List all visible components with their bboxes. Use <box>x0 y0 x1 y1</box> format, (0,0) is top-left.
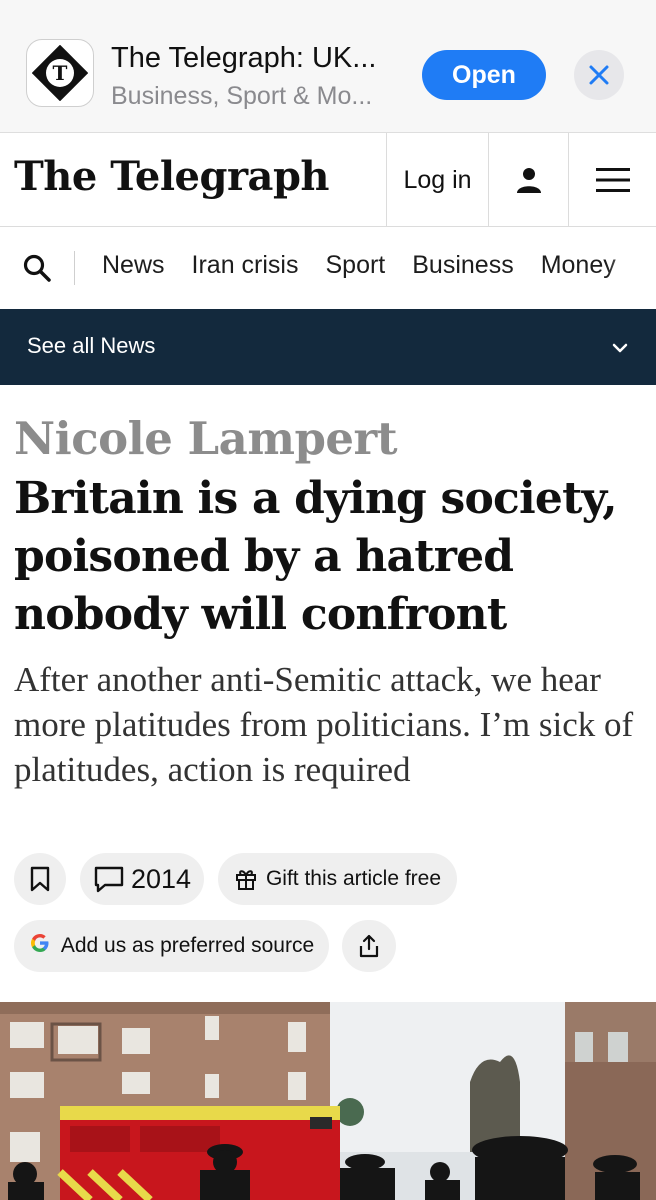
gift-icon <box>235 870 256 890</box>
menu-button[interactable] <box>568 133 656 227</box>
preferred-source-label: Add us as preferred source <box>60 934 315 957</box>
telegraph-logo[interactable]: The Telegraph <box>14 153 330 200</box>
google-icon <box>29 932 51 960</box>
account-button[interactable] <box>488 133 568 227</box>
share-icon <box>359 934 379 958</box>
login-button[interactable]: Log in <box>386 133 488 227</box>
nav-items: News Iran crisis Sport Business Money <box>102 251 643 280</box>
see-all-news-bar[interactable]: See all News <box>0 309 656 385</box>
article-headline: Britain is a dying society, poisoned by … <box>14 473 618 640</box>
app-subtitle: Business, Sport & Mo... <box>111 82 373 110</box>
bookmark-button[interactable] <box>14 853 66 905</box>
telegraph-app-icon: T <box>26 39 94 107</box>
comments-button[interactable]: 2014 <box>80 853 204 905</box>
author-name[interactable]: Nicole Lampert <box>14 412 398 465</box>
svg-text:T: T <box>53 61 68 85</box>
nav-fade <box>606 227 656 309</box>
see-all-news-label: See all News <box>27 333 156 358</box>
nav-item-sport[interactable]: Sport <box>325 251 385 280</box>
close-banner-button[interactable] <box>574 50 624 100</box>
person-icon <box>516 168 541 193</box>
article-hero-image <box>0 1002 656 1200</box>
search-icon[interactable] <box>22 253 52 283</box>
app-name: The Telegraph: UK... <box>111 42 377 74</box>
nav-item-money[interactable]: Money <box>541 251 616 280</box>
hamburger-menu-icon <box>595 168 630 192</box>
nav-item-iran-crisis[interactable]: Iran crisis <box>192 251 299 280</box>
share-button[interactable] <box>342 920 396 972</box>
app-install-banner: T The Telegraph: UK... Business, Sport &… <box>0 0 656 133</box>
site-header: The Telegraph Log in <box>0 133 656 227</box>
chevron-down-icon <box>612 343 628 353</box>
close-icon <box>589 65 609 85</box>
gift-label: Gift this article free <box>265 867 442 890</box>
section-nav: News Iran crisis Sport Business Money <box>0 227 656 309</box>
gift-article-button[interactable]: Gift this article free <box>218 853 457 905</box>
nav-item-business[interactable]: Business <box>412 251 513 280</box>
article-standfirst: After another anti-Semitic attack, we he… <box>14 660 634 789</box>
comment-icon <box>94 866 124 893</box>
nav-divider <box>74 251 75 285</box>
comment-count: 2014 <box>130 863 192 894</box>
preferred-source-button[interactable]: Add us as preferred source <box>14 920 329 972</box>
bookmark-icon <box>30 866 50 892</box>
nav-item-news[interactable]: News <box>102 251 165 280</box>
open-app-button[interactable]: Open <box>422 50 546 100</box>
